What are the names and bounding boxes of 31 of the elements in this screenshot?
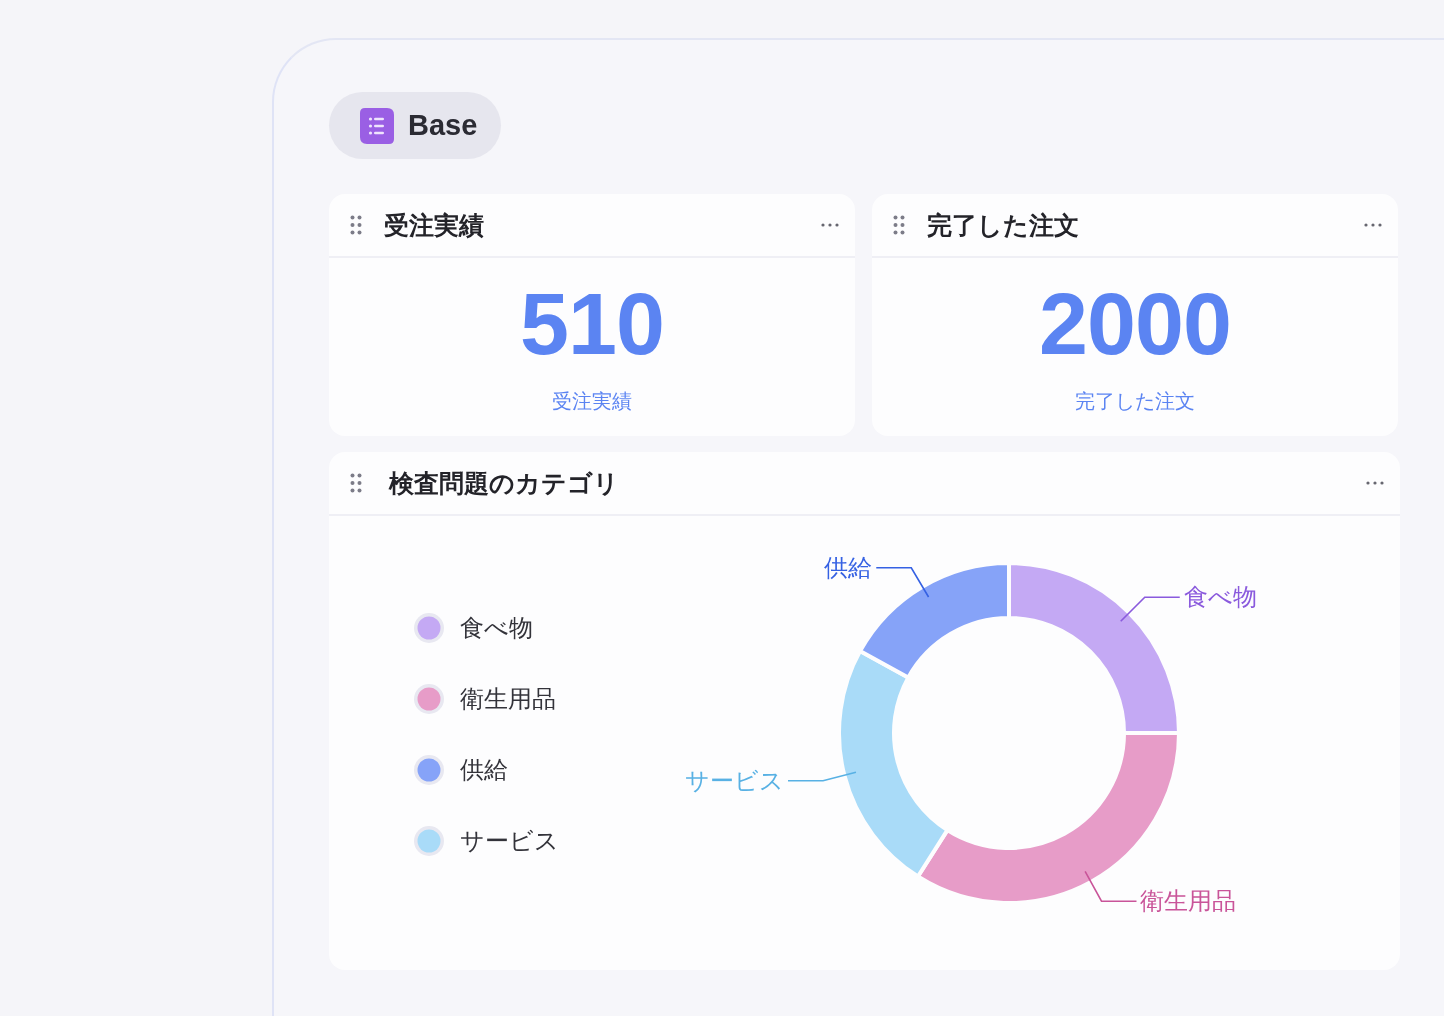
slice-label: サービス: [685, 766, 785, 794]
callout-line: [1119, 596, 1181, 623]
card-title: 検査問題のカテゴリ: [389, 467, 620, 499]
legend-label: 食べ物: [460, 613, 533, 643]
stat-caption: 完了した注文: [1075, 388, 1195, 414]
card-title: 受注実績: [384, 209, 485, 241]
callout-line: [875, 566, 930, 598]
legend-dot-icon: [414, 684, 444, 714]
legend-dot-icon: [414, 755, 444, 785]
drag-handle-icon[interactable]: [350, 473, 362, 493]
legend-label: 供給: [460, 755, 508, 785]
slice-label: 食べ物: [1183, 583, 1257, 611]
more-options-icon[interactable]: [1364, 223, 1382, 227]
stat-value: 510: [520, 279, 664, 368]
drag-handle-icon[interactable]: [350, 215, 362, 235]
drag-handle-icon[interactable]: [893, 215, 905, 235]
more-options-icon[interactable]: [821, 223, 839, 227]
legend-dot-icon: [414, 826, 444, 856]
legend-dot-icon: [414, 613, 444, 643]
legend-label: 衛生用品: [460, 684, 556, 714]
legend-label: サービス: [460, 826, 559, 856]
app-name: Base: [408, 109, 478, 142]
list-document-icon: [360, 107, 394, 144]
callout-line: [1084, 870, 1138, 903]
slice-label: 供給: [824, 553, 873, 581]
slice-label: 衛生用品: [1140, 887, 1237, 915]
stat-caption: 受注実績: [552, 388, 632, 414]
card-title: 完了した注文: [927, 209, 1080, 241]
stat-value: 2000: [1039, 279, 1231, 368]
callout-line: [787, 771, 857, 782]
more-options-icon[interactable]: [1366, 481, 1384, 485]
